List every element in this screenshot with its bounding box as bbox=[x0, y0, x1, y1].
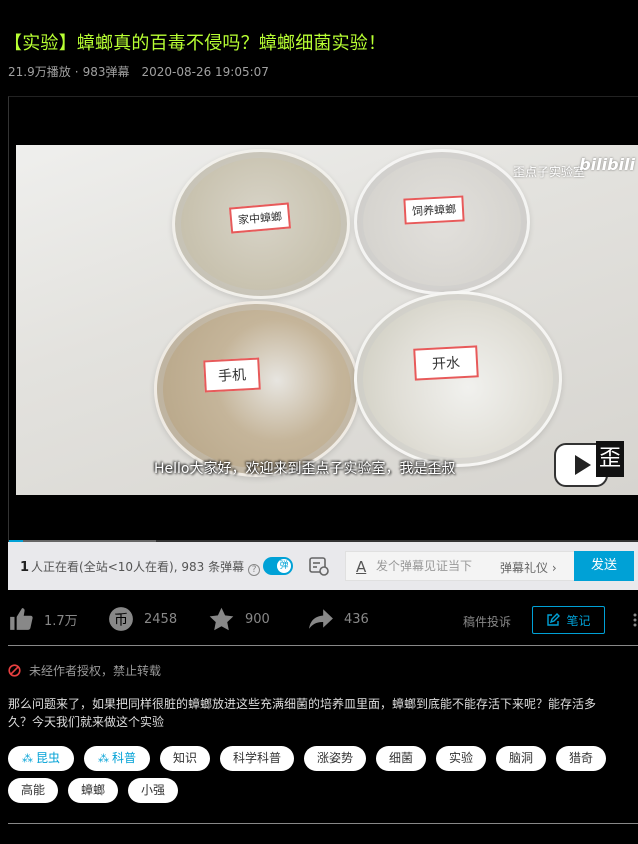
tag[interactable]: 蟑螂 bbox=[68, 778, 118, 803]
plate-label: 饲养蟑螂 bbox=[403, 195, 465, 225]
like-button[interactable]: 1.7万 bbox=[8, 606, 78, 632]
coin-count: 2458 bbox=[144, 611, 178, 627]
star-icon bbox=[209, 607, 234, 631]
prohibited-icon bbox=[8, 664, 21, 677]
danmaku-bar: 1人正在看(全站<10人在看), 983 条弹幕? 弹 A 弹幕礼仪 › 发送 bbox=[8, 542, 638, 590]
plate-label: 开水 bbox=[413, 345, 479, 381]
danmaku-toggle[interactable]: 弹 bbox=[263, 557, 293, 575]
tag[interactable]: 科学科普 bbox=[220, 746, 294, 771]
viewer-number: 1 bbox=[20, 560, 30, 575]
complaint-link[interactable]: 稿件投诉 bbox=[463, 613, 511, 630]
action-toolbar: 1.7万 币 2458 900 436 稿件投诉 笔记 bbox=[0, 600, 638, 640]
plate-label: 手机 bbox=[203, 357, 261, 393]
video-subtitle: Hello大家好，欢迎来到歪点子实验室，我是歪叔 bbox=[154, 461, 456, 477]
viewer-text: 人正在看(全站<10人在看), 983 条弹幕 bbox=[31, 560, 245, 574]
svg-text:币: 币 bbox=[114, 612, 128, 628]
danmaku-input[interactable] bbox=[376, 554, 496, 578]
bilibili-logo: bilibili bbox=[579, 155, 635, 174]
danmaku-settings-icon[interactable] bbox=[308, 555, 330, 577]
edit-icon bbox=[547, 613, 561, 626]
channel-logo-badge: 歪 bbox=[554, 435, 624, 487]
channel-icon: ⁂ bbox=[97, 752, 109, 765]
more-options-icon[interactable] bbox=[631, 612, 638, 628]
tag[interactable]: 细菌 bbox=[376, 746, 426, 771]
favorite-button[interactable]: 900 bbox=[208, 606, 270, 633]
video-frame[interactable]: 家中蟑螂 饲养蟑螂 手机 开水 歪点子实验室 bilibili Hello大家好… bbox=[16, 145, 638, 495]
plate-label: 家中蟑螂 bbox=[228, 202, 292, 234]
thumbs-up-icon bbox=[10, 608, 33, 630]
help-icon[interactable]: ? bbox=[248, 564, 261, 576]
tag-label: 科普 bbox=[111, 751, 136, 765]
coin-icon: 币 bbox=[109, 607, 133, 631]
etiquette-label: 弹幕礼仪 bbox=[500, 561, 549, 575]
share-count: 436 bbox=[344, 611, 369, 627]
favorite-count: 900 bbox=[245, 612, 270, 627]
play-count: 21.9万播放 bbox=[8, 65, 71, 79]
publish-date: 2020-08-26 19:05:07 bbox=[141, 65, 269, 79]
chevron-right-icon: › bbox=[551, 561, 557, 575]
font-style-icon[interactable]: A bbox=[356, 558, 366, 576]
viewer-status: 1 人正在看(全站<10人在看), 983 条弹幕? bbox=[20, 558, 261, 576]
note-button[interactable]: 笔记 bbox=[532, 606, 605, 634]
share-button[interactable]: 436 bbox=[308, 606, 369, 632]
share-arrow-icon bbox=[309, 609, 333, 629]
tag[interactable]: 涨姿势 bbox=[304, 746, 366, 771]
like-count: 1.7万 bbox=[44, 613, 78, 629]
tag[interactable]: 知识 bbox=[160, 746, 210, 771]
video-description: 那么问题来了，如果把同样很脏的蟑螂放进这些充满细菌的培养皿里面，蟑螂到底能不能存… bbox=[8, 697, 597, 729]
divider bbox=[8, 823, 638, 824]
badge-char: 歪 bbox=[596, 441, 624, 477]
tag-label: 昆虫 bbox=[35, 751, 60, 765]
tag-channel[interactable]: ⁂ 科普 bbox=[84, 746, 150, 771]
tag[interactable]: 猎奇 bbox=[556, 746, 606, 771]
video-player[interactable]: 家中蟑螂 饲养蟑螂 手机 开水 歪点子实验室 bilibili Hello大家好… bbox=[8, 96, 638, 590]
tag[interactable]: 实验 bbox=[436, 746, 486, 771]
video-title: 【实验】蟑螂真的百毒不侵吗？蟑螂细菌实验！ bbox=[4, 33, 387, 54]
petri-dish bbox=[354, 291, 562, 467]
coin-button[interactable]: 币 2458 bbox=[108, 606, 177, 632]
note-label: 笔记 bbox=[566, 613, 591, 628]
tag-channel[interactable]: ⁂ 昆虫 bbox=[8, 746, 74, 771]
tag[interactable]: 高能 bbox=[8, 778, 58, 803]
danmaku-toggle-label: 弹 bbox=[277, 559, 291, 573]
danmaku-etiquette-link[interactable]: 弹幕礼仪 › bbox=[500, 559, 557, 576]
danmaku-input-wrap: A 弹幕礼仪 › bbox=[345, 551, 574, 581]
copyright-text: 未经作者授权，禁止转载 bbox=[29, 664, 162, 678]
channel-icon: ⁂ bbox=[21, 752, 33, 765]
send-danmaku-button[interactable]: 发送 bbox=[574, 551, 634, 581]
copyright-notice: 未经作者授权，禁止转载 bbox=[8, 662, 161, 679]
video-meta: 21.9万播放 · 983弹幕 2020-08-26 19:05:07 bbox=[8, 65, 269, 79]
channel-watermark: 歪点子实验室 bbox=[512, 165, 585, 179]
divider bbox=[8, 645, 638, 646]
tag[interactable]: 脑洞 bbox=[496, 746, 546, 771]
danmaku-count: 983弹幕 bbox=[82, 65, 130, 79]
tag[interactable]: 小强 bbox=[128, 778, 178, 803]
